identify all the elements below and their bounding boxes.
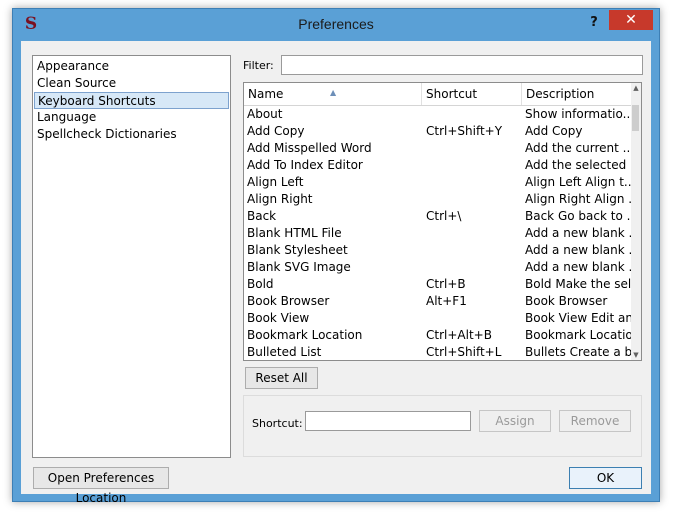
cell-shortcut [426,140,522,157]
cell-description: Add a new blank ... [525,226,631,240]
cell-shortcut: Ctrl+\ [426,209,462,223]
cell-shortcut [426,106,522,123]
cell-name: Align Right [247,192,313,206]
cell-description: Align Left Align t... [525,175,631,189]
table-row[interactable]: Back Ctrl+\ Back Go back to ... [244,208,632,225]
table-row[interactable]: Add Misspelled Word Add the current ... [244,140,632,157]
cell-shortcut [426,259,522,276]
sidebar-item-spellcheck-dictionaries[interactable]: Spellcheck Dictionaries [36,126,177,143]
table-row[interactable]: Align Left Align Left Align t... [244,174,632,191]
cell-name: Bookmark Location [247,328,363,342]
sidebar-item-clean-source[interactable]: Clean Source [36,75,116,92]
cell-description: Bookmark Location [525,328,631,342]
table-row[interactable]: About Show informatio... [244,106,632,123]
cell-shortcut: Ctrl+Alt+B [426,328,492,342]
table-row[interactable]: Blank HTML File Add a new blank ... [244,225,632,242]
table-row[interactable]: Bulleted List Ctrl+Shift+L Bullets Create … [244,344,632,360]
cell-shortcut: Alt+F1 [426,294,467,308]
cell-description: Bold Make the sel... [525,277,631,291]
cell-name: Bold [247,277,274,291]
open-preferences-location-button[interactable]: Open Preferences Location [33,467,169,505]
cell-shortcut [426,157,522,174]
sidebar-item-appearance[interactable]: Appearance [36,58,109,75]
ok-button[interactable]: OK [569,467,642,489]
scroll-up-icon[interactable]: ▲ [631,83,641,93]
cell-description: Add a new blank ... [525,243,631,257]
window-title: Preferences [298,16,374,32]
table-row[interactable]: Book Browser Alt+F1 Book Browser [244,293,632,310]
cell-shortcut: Ctrl+Shift+Y [426,124,503,138]
category-list[interactable]: Appearance Clean Source Keyboard Shortcu… [32,55,231,458]
column-header-label: Name [248,87,284,101]
cell-shortcut [426,191,522,208]
cell-name: Blank SVG Image [247,260,351,274]
shortcut-label: Shortcut: [252,417,303,430]
close-icon: ✕ [625,12,637,28]
sidebar-item-keyboard-shortcuts[interactable]: Keyboard Shortcuts [34,92,229,109]
filter-input[interactable] [281,55,643,75]
table-row[interactable]: Add Copy Ctrl+Shift+Y Add Copy [244,123,632,140]
table-row[interactable]: Book View Book View Edit an... [244,310,632,327]
cell-name: Book View [247,311,310,325]
scroll-thumb[interactable] [632,105,639,131]
cell-name: About [247,107,283,121]
assign-button[interactable]: Assign [479,410,551,432]
cell-name: Bulleted List [247,345,322,359]
cell-shortcut [426,174,522,191]
shortcut-input[interactable] [305,411,471,431]
table-header: Name ▲ Shortcut Description [244,83,632,106]
cell-shortcut [426,225,522,242]
cell-description: Add the selected ... [525,158,631,172]
shortcuts-table[interactable]: Name ▲ Shortcut Description About Show in… [243,82,642,361]
sidebar-item-language[interactable]: Language [36,109,96,126]
scroll-down-icon[interactable]: ▼ [631,350,641,360]
dialog-content: Appearance Clean Source Keyboard Shortcu… [21,41,651,505]
cell-shortcut [426,310,522,327]
cell-description: Show informatio... [525,107,631,121]
cell-name: Back [247,209,277,223]
cell-description: Bullets Create a b... [525,345,631,359]
table-row[interactable]: Blank SVG Image Add a new blank ... [244,259,632,276]
table-row[interactable]: Bold Ctrl+B Bold Make the sel... [244,276,632,293]
preferences-window: S Preferences ? ✕ Appearance Clean Sourc… [12,8,660,505]
cell-name: Blank Stylesheet [247,243,348,257]
cell-description: Back Go back to ... [525,209,631,223]
cell-name: Blank HTML File [247,226,342,240]
cell-shortcut: Ctrl+B [426,277,466,291]
sort-ascending-icon: ▲ [330,88,337,97]
column-header-description[interactable]: Description [522,83,632,105]
cell-name: Book Browser [247,294,330,308]
close-button[interactable]: ✕ [609,10,653,30]
help-button[interactable]: ? [581,13,607,33]
column-header-shortcut[interactable]: Shortcut [422,83,522,105]
remove-button[interactable]: Remove [559,410,631,432]
vertical-scrollbar[interactable]: ▲ ▼ [631,83,641,360]
cell-name: Add Misspelled Word [247,141,372,155]
column-header-name[interactable]: Name ▲ [244,83,422,105]
cell-name: Add Copy [247,124,305,138]
cell-description: Book View Edit an... [525,311,631,325]
cell-description: Add the current ... [525,141,631,155]
cell-name: Align Left [247,175,304,189]
cell-shortcut: Ctrl+Shift+L [426,345,502,359]
table-row[interactable]: Bookmark Location Ctrl+Alt+B Bookmark Loca… [244,327,632,344]
table-row[interactable]: Add To Index Editor Add the selected ... [244,157,632,174]
table-row[interactable]: Align Right Align Right Align ... [244,191,632,208]
title-bar[interactable]: S Preferences ? ✕ [13,9,659,39]
table-row[interactable]: Blank Stylesheet Add a new blank ... [244,242,632,259]
filter-label: Filter: [243,59,274,72]
cell-description: Align Right Align ... [525,192,631,206]
reset-all-button[interactable]: Reset All [245,367,318,389]
cell-description: Add a new blank ... [525,260,631,274]
cell-name: Add To Index Editor [247,158,363,172]
cell-description: Add Copy [525,124,583,138]
cell-description: Book Browser [525,294,608,308]
cell-shortcut [426,242,522,259]
